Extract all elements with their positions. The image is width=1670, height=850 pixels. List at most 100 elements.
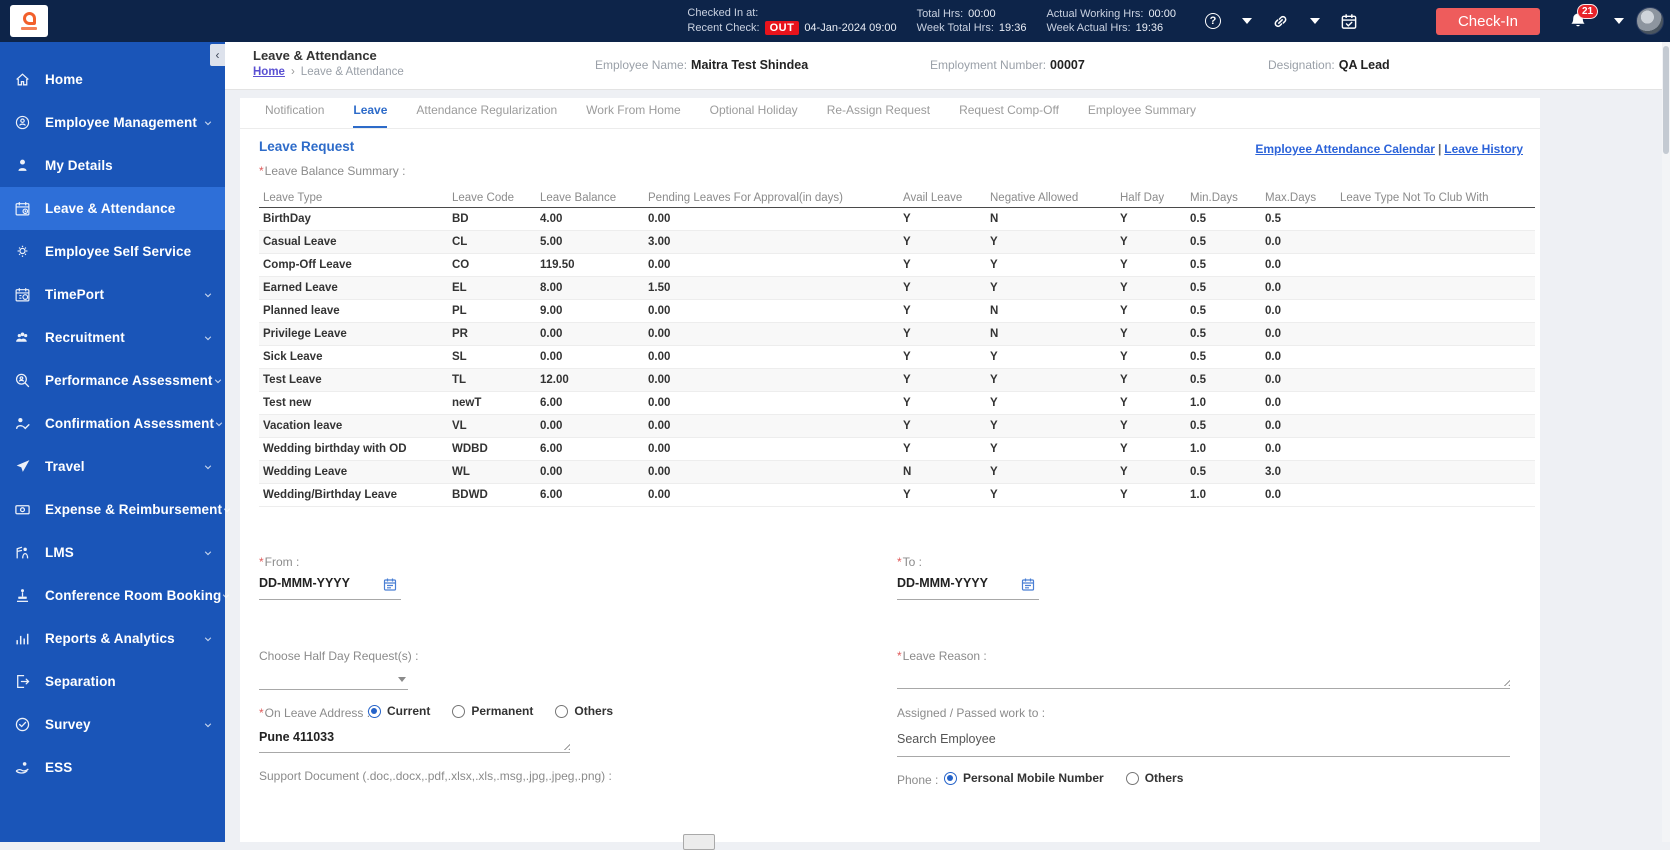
help-icon[interactable]: ? [1204, 12, 1222, 30]
tab-employee-summary[interactable]: Employee Summary [1088, 103, 1196, 128]
sidebar-item-travel[interactable]: Travel [0, 445, 225, 488]
header-links: Employee Attendance Calendar | Leave Histo… [1255, 142, 1523, 156]
tab-leave[interactable]: Leave [353, 103, 388, 128]
tab-request-comp-off[interactable]: Request Comp-Off [959, 103, 1059, 128]
table-cell: 0.0 [1265, 282, 1281, 294]
calendar-icon[interactable] [383, 577, 397, 592]
table-cell: Y [903, 236, 911, 248]
table-cell: 0.00 [648, 213, 671, 225]
sidebar-nav: ‹ Home Employee Management My Details Le… [0, 42, 231, 842]
table-cell: 0.5 [1190, 236, 1206, 248]
check-in-button[interactable]: Check-In [1435, 7, 1540, 35]
table-cell: Y [903, 443, 911, 455]
vertical-scrollbar[interactable] [1662, 42, 1670, 842]
link-icon[interactable] [1272, 12, 1290, 30]
sidebar-item-home[interactable]: Home [0, 58, 225, 101]
table-cell: 0.00 [648, 259, 671, 271]
employee-attendance-calendar-link[interactable]: Employee Attendance Calendar [1255, 142, 1435, 156]
table-cell: N [990, 213, 999, 225]
column-header: Leave Type Not To Club With [1340, 191, 1489, 204]
table-cell: Y [990, 443, 998, 455]
sidebar-item-performance-assessment[interactable]: Performance Assessment [0, 359, 225, 402]
check-status-block: Checked In at: Recent Check: OUT 04-Jan-… [687, 7, 897, 35]
chevron-down-icon[interactable] [1306, 12, 1324, 30]
sidebar-item-my-details[interactable]: My Details [0, 144, 225, 187]
table-row: Test Leave TL 12.00 0.00 Y Y Y 0.5 0.0 [259, 369, 1535, 392]
notifications-bell-icon[interactable]: 21 [1568, 4, 1599, 31]
choose-file-button[interactable] [683, 834, 715, 850]
table-cell: N [990, 328, 999, 340]
sidebar-item-survey[interactable]: Survey [0, 703, 225, 746]
chevron-down-icon[interactable] [1238, 12, 1256, 30]
designation-value: QA Lead [1338, 58, 1390, 72]
table-cell: Sick Leave [263, 351, 323, 363]
leave-reason-label: *Leave Reason : [897, 649, 987, 663]
table-cell: Y [1120, 374, 1128, 386]
breadcrumb-home-link[interactable]: Home [253, 66, 285, 78]
table-cell: Casual Leave [263, 236, 337, 248]
chevron-down-icon [204, 120, 212, 125]
address-radio-group: Current Permanent Others [368, 704, 635, 718]
tab-re-assign-request[interactable]: Re-Assign Request [827, 103, 930, 128]
radio-phone-others[interactable] [1125, 771, 1139, 785]
radio-permanent[interactable] [452, 704, 466, 718]
address-textarea[interactable]: Pune 411033 [259, 730, 570, 753]
employment-number-value: 00007 [1050, 58, 1085, 72]
radio-personal-mobile[interactable] [944, 771, 957, 785]
tab-work-from-home[interactable]: Work From Home [586, 103, 680, 128]
user-avatar[interactable] [1636, 7, 1664, 35]
tab-notification[interactable]: Notification [265, 103, 324, 128]
sidebar-item-leave-attendance[interactable]: Leave & Attendance [0, 187, 225, 230]
sidebar-item-conference-room-booking[interactable]: Conference Room Booking [0, 574, 230, 617]
scrollbar-thumb[interactable] [1663, 46, 1669, 154]
table-cell: Y [990, 374, 998, 386]
search-employee-input[interactable]: Search Employee [897, 732, 1510, 757]
sidebar-item-expense-reimbursement[interactable]: Expense & Reimbursement [0, 488, 231, 531]
total-hrs-value: 00:00 [968, 8, 996, 20]
table-cell: 5.00 [540, 236, 563, 248]
resize-handle[interactable] [562, 742, 570, 750]
table-cell: Wedding/Birthday Leave [263, 489, 397, 501]
attendance-calendar-icon[interactable] [1340, 12, 1358, 30]
sidebar-item-employee-self-service[interactable]: Employee Self Service [0, 230, 225, 273]
sidebar-item-employee-management[interactable]: Employee Management [0, 101, 225, 144]
table-cell: Y [1120, 351, 1128, 363]
table-row: Wedding/Birthday Leave BDWD 6.00 0.00 Y Y Y 1.0… [259, 484, 1535, 507]
sidebar-item-timeport[interactable]: TimePort [0, 273, 225, 316]
half-day-label: Choose Half Day Request(s) : [259, 649, 419, 663]
resize-handle[interactable] [1502, 678, 1510, 686]
sidebar-item-confirmation-assessment[interactable]: Confirmation Assessment [0, 402, 225, 445]
table-cell: 0.0 [1265, 489, 1281, 501]
table-cell: 0.0 [1265, 305, 1281, 317]
company-logo[interactable] [10, 5, 48, 37]
leave-reason-textarea[interactable] [897, 669, 1510, 689]
week-total-label: Week Total Hrs: [916, 22, 994, 34]
table-cell: 0.5 [1190, 466, 1206, 478]
table-cell: 0.5 [1190, 374, 1206, 386]
sidebar-item-lms[interactable]: LMS [0, 531, 225, 574]
table-cell: 0.00 [540, 351, 563, 363]
sidebar-item-separation[interactable]: Separation [0, 660, 225, 703]
ess-icon [15, 762, 29, 774]
week-actual-value: 19:36 [1135, 22, 1164, 34]
chevron-down-icon[interactable] [1610, 12, 1628, 30]
half-day-select[interactable] [259, 670, 408, 690]
table-cell: BDWD [452, 489, 488, 501]
tab-attendance-regularization[interactable]: Attendance Regularization [416, 103, 557, 128]
to-date-input[interactable]: DD-MMM-YYYY [897, 576, 1039, 600]
radio-current[interactable] [368, 704, 381, 718]
sidebar-item-ess[interactable]: ESS [0, 746, 225, 789]
table-cell: 0.0 [1265, 259, 1281, 271]
from-date-input[interactable]: DD-MMM-YYYY [259, 576, 401, 600]
sidebar-item-reports-analytics[interactable]: Reports & Analytics [0, 617, 225, 660]
employment-number-pair: Employment Number: 00007 [930, 58, 1085, 72]
tab-optional-holiday[interactable]: Optional Holiday [710, 103, 798, 128]
radio-others[interactable] [555, 704, 569, 718]
table-cell: Y [903, 397, 911, 409]
table-cell: 0.0 [1265, 397, 1281, 409]
calendar-icon[interactable] [1021, 577, 1035, 592]
leave-history-link[interactable]: Leave History [1444, 142, 1523, 156]
sidebar-item-recruitment[interactable]: Recruitment [0, 316, 225, 359]
table-cell: 0.00 [648, 374, 671, 386]
sidebar-collapse-button[interactable]: ‹ [210, 44, 225, 66]
